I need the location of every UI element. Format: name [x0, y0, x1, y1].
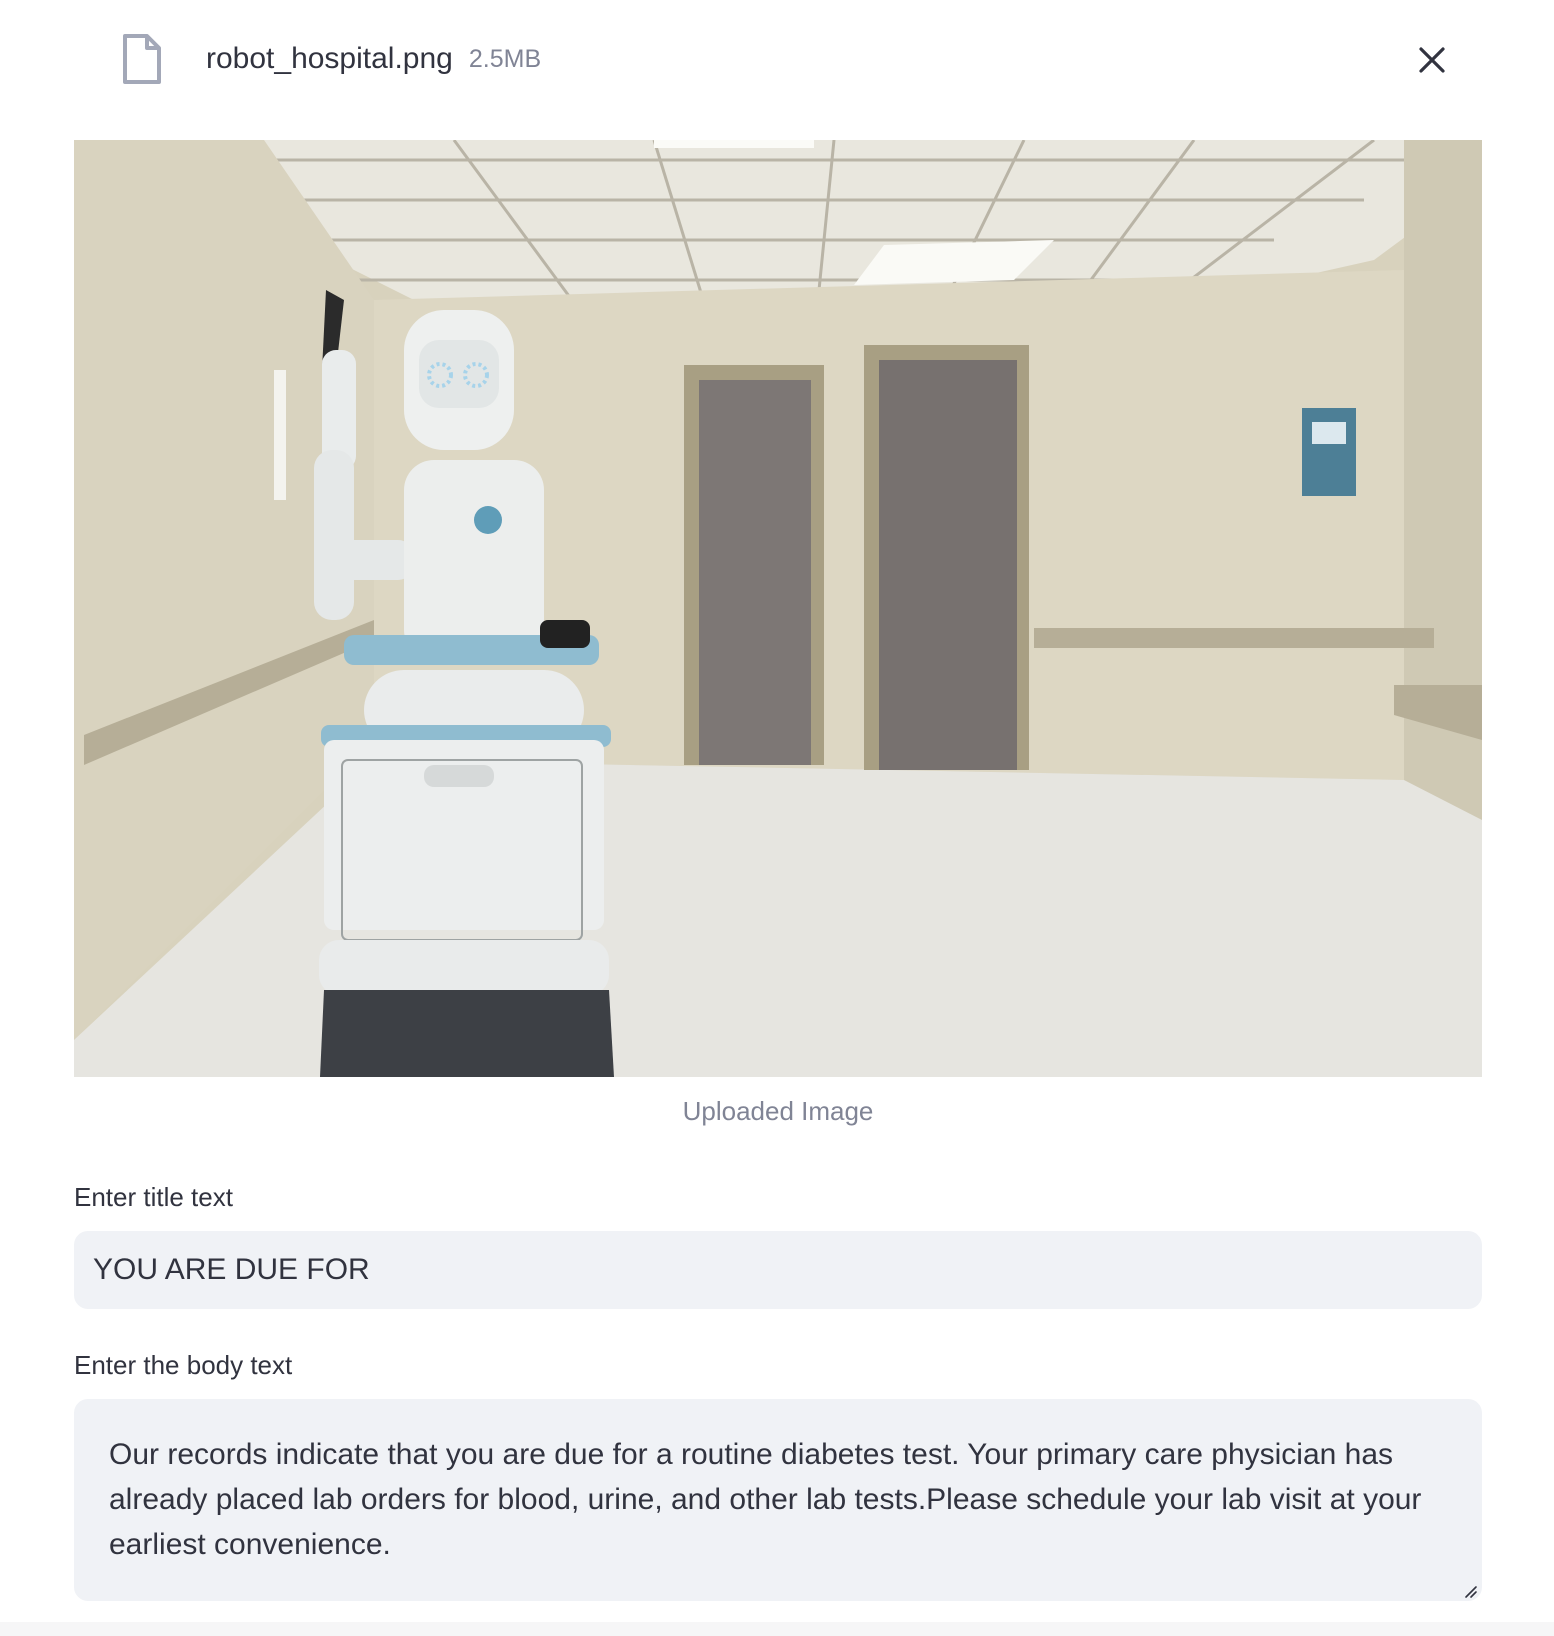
- file-size: 2.5MB: [468, 44, 542, 73]
- title-input[interactable]: [74, 1231, 1482, 1309]
- image-caption: Uploaded Image: [682, 1096, 874, 1126]
- body-textarea[interactable]: Our records indicate that you are due fo…: [74, 1399, 1482, 1601]
- uploaded-image: [74, 140, 1482, 1077]
- body-field-label: Enter the body text: [74, 1350, 293, 1380]
- remove-file-button[interactable]: [1410, 38, 1454, 82]
- robot-hospital-photo: [74, 140, 1482, 1077]
- close-icon: [1419, 47, 1445, 73]
- file-name: robot_hospital.png: [206, 42, 453, 75]
- page: robot_hospital.png 2.5MB Uploaded Image …: [0, 0, 1554, 1636]
- uploaded-file-row: robot_hospital.png 2.5MB: [74, 20, 1482, 98]
- resize-handle-icon[interactable]: [1462, 1583, 1478, 1599]
- title-field-label: Enter title text: [74, 1182, 233, 1212]
- file-icon: [118, 31, 166, 87]
- bottom-edge: [0, 1622, 1554, 1636]
